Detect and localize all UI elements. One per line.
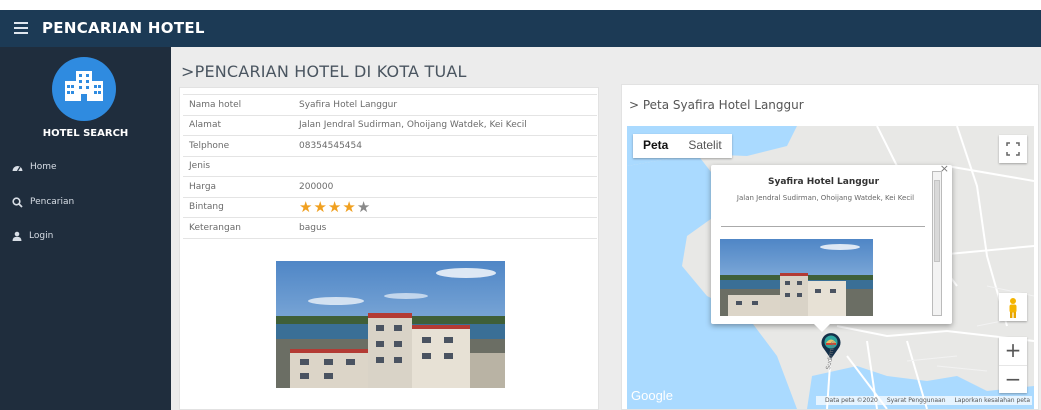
map-canvas[interactable]: Peta Satelit × Syafira Hotel Langgur Jal… (627, 126, 1034, 409)
app-title: PENCARIAN HOTEL (42, 19, 205, 37)
star-icon: ★ (327, 198, 343, 217)
map-type-map-button[interactable]: Peta (633, 134, 678, 158)
hotel-logo-icon (52, 57, 116, 121)
row-label: Jenis (183, 155, 293, 177)
phone-value: 08354545454 (293, 135, 597, 156)
sidebar-item-label: Login (29, 231, 54, 241)
sidebar-item-label: Pencarian (30, 197, 75, 207)
popup-divider (721, 226, 925, 227)
page-title: >PENCARIAN HOTEL DI KOTA TUAL (181, 62, 467, 81)
table-row: Telphone 08354545454 (183, 135, 597, 156)
pegman-icon (1009, 298, 1017, 318)
dashboard-icon (12, 166, 23, 172)
terms-link[interactable]: Syarat Penggunaan (887, 397, 946, 404)
description-value: bagus (293, 217, 597, 239)
row-label: Alamat (183, 114, 293, 136)
map-data-text: Data peta ©2020 (824, 397, 878, 404)
sidebar: HOTEL SEARCH Home Pencarian Login (0, 47, 171, 410)
google-logo: Google (631, 388, 673, 403)
star-icon: ★ (342, 198, 357, 217)
brand-name: HOTEL SEARCH (42, 128, 129, 139)
map-title: > Peta Syafira Hotel Langgur (629, 98, 804, 112)
star-rating-stars: ★★★★★ (299, 198, 371, 216)
star-icon: ★ (299, 198, 314, 217)
menu-icon[interactable] (14, 22, 28, 34)
popup-scrollbar[interactable] (932, 171, 942, 316)
map-attribution: Data peta ©2020 Syarat Penggunaan Lapork… (815, 396, 1032, 405)
report-error-link[interactable]: Laporkan kesalahan peta (954, 397, 1030, 404)
address-value: Jalan Jendral Sudirman, Ohoijang Watdek,… (293, 114, 597, 136)
street-view-pegman-button[interactable] (999, 293, 1027, 321)
zoom-out-button[interactable]: − (999, 365, 1027, 393)
fullscreen-button[interactable] (999, 135, 1027, 163)
zoom-in-button[interactable]: + (999, 337, 1027, 365)
sidebar-item-home[interactable]: Home (12, 159, 57, 175)
popup-hotel-photo (720, 239, 873, 316)
star-empty-icon: ★ (356, 198, 372, 217)
star-rating: ★★★★★ (293, 196, 597, 218)
sidebar-item-label: Home (30, 162, 57, 172)
map-type-satellite-button[interactable]: Satelit (678, 134, 731, 158)
price-value: 200000 (293, 176, 597, 197)
row-label: Bintang (183, 196, 293, 218)
popup-hotel-name: Syafira Hotel Langgur (767, 177, 880, 187)
search-icon (12, 196, 23, 208)
popup-tail (814, 324, 830, 332)
table-row: Jenis (183, 155, 597, 177)
table-row: Alamat Jalan Jendral Sudirman, Ohoijang … (183, 114, 597, 136)
table-row: Harga 200000 (183, 176, 597, 197)
hotel-name-value: Syafira Hotel Langgur (293, 94, 597, 115)
map-type-control: Peta Satelit (633, 134, 732, 158)
row-label: Nama hotel (183, 94, 293, 115)
type-value (293, 155, 597, 177)
table-row: Nama hotel Syafira Hotel Langgur (183, 94, 597, 115)
table-row: Bintang ★★★★★ (183, 196, 597, 218)
user-icon (12, 231, 22, 241)
zoom-control: + − (999, 337, 1027, 393)
sidebar-item-login[interactable]: Login (12, 228, 53, 244)
row-label: Keterangan (183, 217, 293, 239)
map-info-window: × Syafira Hotel Langgur Jalan Jendral Su… (711, 162, 952, 332)
sidebar-item-pencarian[interactable]: Pencarian (12, 194, 74, 210)
map-panel: > Peta Syafira Hotel Langgur Peta Sateli… (621, 84, 1039, 410)
table-row: Keterangan bagus (183, 217, 597, 239)
row-label: Harga (183, 176, 293, 197)
hotel-photo (276, 261, 505, 388)
star-icon: ★ (313, 198, 328, 217)
hotel-detail-table: Nama hotel Syafira Hotel Langgur Alamat … (183, 94, 597, 239)
row-label: Telphone (183, 135, 293, 156)
main-content: >PENCARIAN HOTEL DI KOTA TUAL Nama hotel… (171, 47, 1041, 410)
top-bar: PENCARIAN HOTEL (0, 10, 1041, 47)
hotel-detail-panel: Nama hotel Syafira Hotel Langgur Alamat … (179, 87, 599, 410)
fullscreen-icon (1006, 142, 1020, 156)
popup-hotel-address: Jalan Jendral Sudirman, Ohoijang Watdek,… (736, 194, 915, 202)
